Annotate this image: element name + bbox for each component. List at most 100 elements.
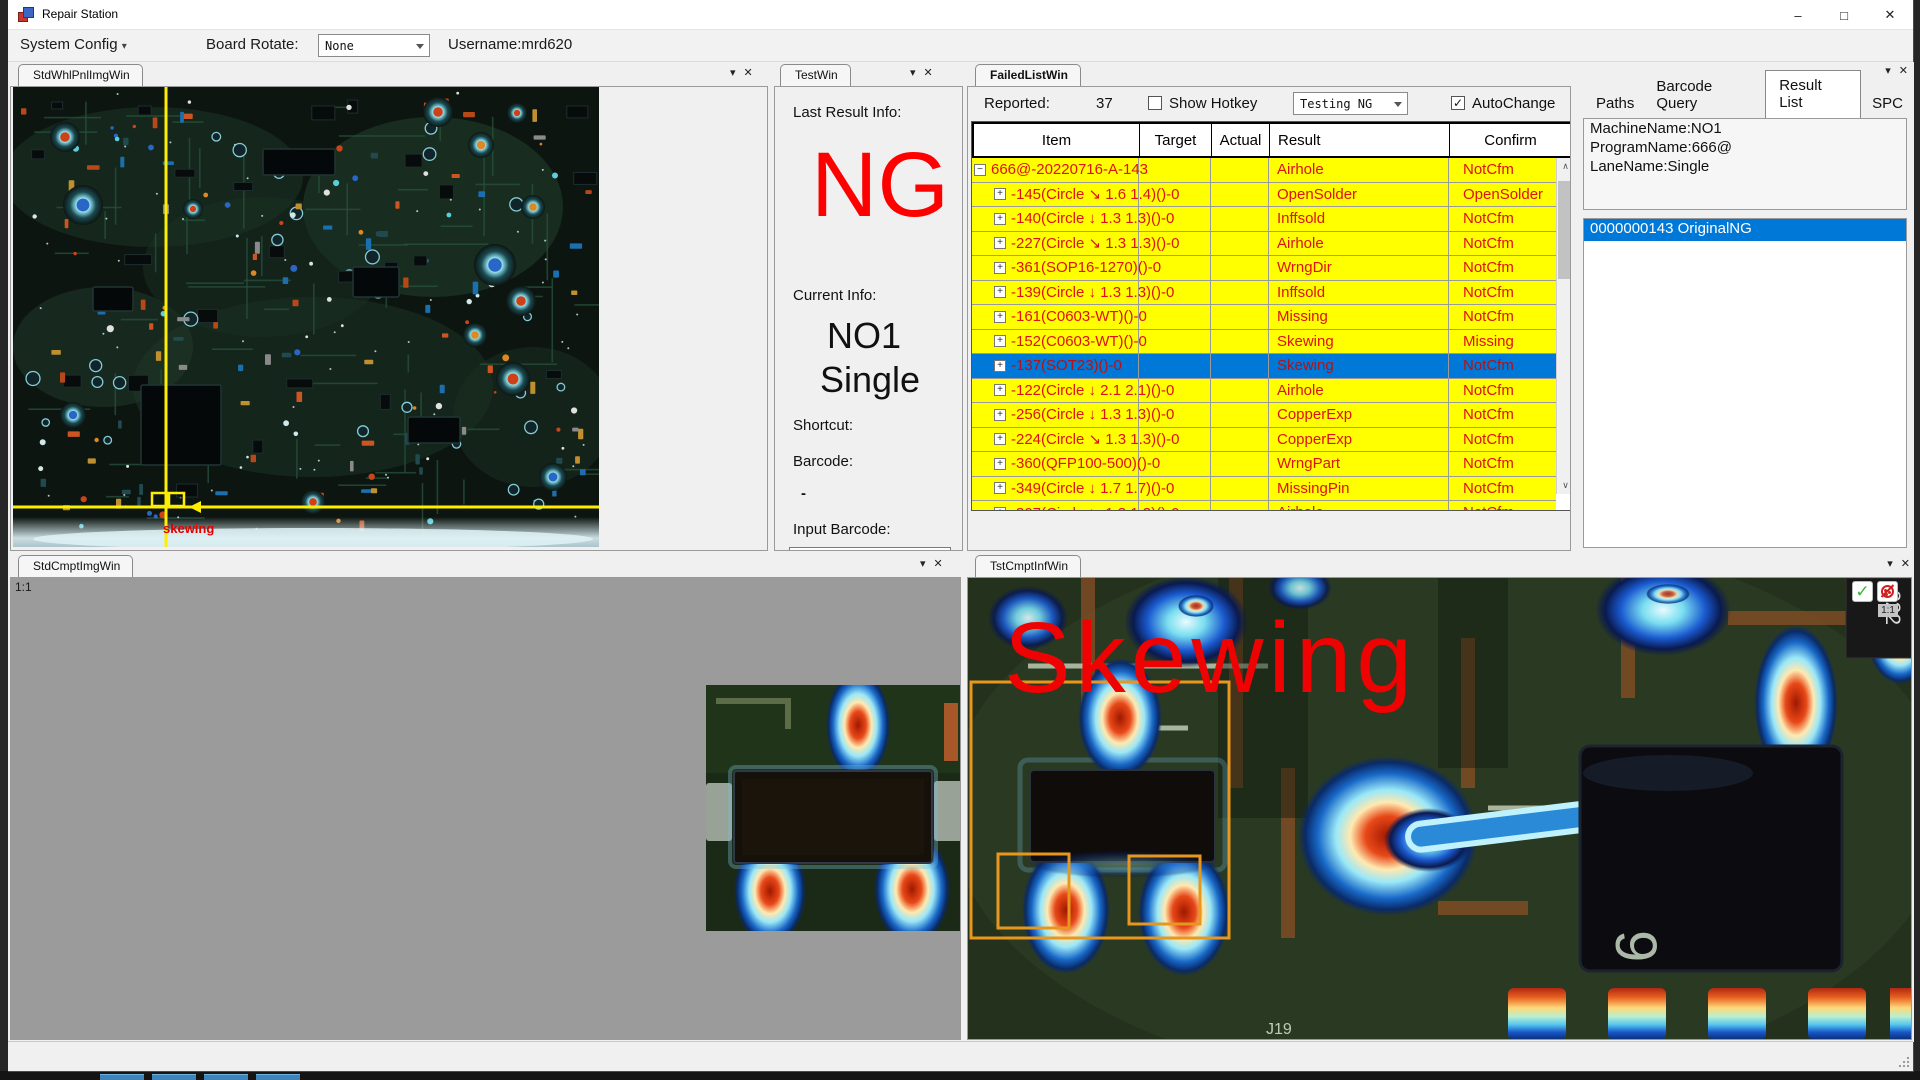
tab-stdwhlpnlimgwin[interactable]: StdWhlPnlImgWin — [18, 64, 143, 86]
close-icon[interactable]: ✕ — [1899, 64, 1908, 78]
chevron-down-icon[interactable]: ▾ — [1885, 64, 1891, 78]
expand-icon[interactable]: + — [994, 188, 1006, 201]
result-cell: Airhole — [1269, 158, 1449, 182]
expand-icon[interactable]: + — [994, 335, 1006, 348]
panel-result-dock: ▾ ✕ Paths Barcode Query Result List SPC Mac… — [1575, 62, 1914, 553]
failed-row[interactable]: −666@-20220716-A-143 Airhole NotCfm — [972, 158, 1556, 183]
close-icon[interactable]: ✕ — [924, 66, 933, 80]
dock-tab-barcode-query[interactable]: Barcode Query — [1645, 74, 1765, 118]
dock-tab-result-list[interactable]: Result List — [1765, 70, 1862, 119]
result-dock-tabs: Paths Barcode Query Result List SPC — [1585, 70, 1914, 119]
tab-testwin[interactable]: TestWin — [780, 64, 851, 86]
collapse-icon[interactable]: − — [974, 163, 986, 176]
failed-row[interactable]: + -360(QFP100-500)()-0 WrngPart NotCfm — [972, 452, 1556, 477]
tab-failedlistwin[interactable]: FailedListWin — [975, 64, 1081, 86]
dock-tab-spc[interactable]: SPC — [1861, 91, 1914, 118]
autochange-label: AutoChange — [1472, 95, 1556, 112]
scroll-up-icon[interactable]: ∧ — [1557, 158, 1570, 175]
target-cell — [1139, 501, 1211, 510]
failed-row[interactable]: + -349(Circle ↓ 1.7 1.7)()-0 MissingPin Not… — [972, 476, 1556, 501]
failed-row[interactable]: +-307(Circle ↘ 1.3 1.3)()-0AirholeNotCfm — [972, 501, 1556, 510]
expand-icon[interactable]: + — [994, 310, 1006, 323]
result-list-item[interactable]: 0000000143 OriginalNG — [1584, 219, 1906, 241]
barcode-value: - — [801, 485, 806, 502]
failed-row[interactable]: + -145(Circle ↘ 1.6 1.4)()-0 OpenSolder Ope… — [972, 182, 1556, 207]
failed-row[interactable]: + -361(SOP16-1270)()-0 WrngDir NotCfm — [972, 256, 1556, 281]
expand-icon[interactable]: + — [994, 408, 1006, 421]
minimize-button[interactable]: – — [1775, 0, 1821, 30]
grid-header: Item Target Actual Result Confirm — [972, 122, 1570, 158]
close-icon[interactable]: ✕ — [744, 66, 753, 80]
autochange-checkbox[interactable]: ✓ — [1451, 96, 1465, 110]
expand-icon[interactable]: + — [994, 261, 1006, 274]
expand-icon[interactable]: + — [994, 384, 1006, 397]
taskbar-button[interactable] — [204, 1074, 248, 1080]
tab-tstcmptinfwin[interactable]: TstCmptInfWin — [975, 555, 1082, 577]
col-target[interactable]: Target — [1140, 124, 1212, 156]
expand-icon[interactable]: + — [994, 286, 1006, 299]
maximize-button[interactable]: □ — [1821, 0, 1867, 30]
failed-row[interactable]: + -256(Circle ↓ 1.3 1.3)()-0 CopperExp NotC… — [972, 403, 1556, 428]
expand-icon[interactable]: + — [994, 506, 1006, 510]
item-text: -152(C0603-WT)()-0 — [1011, 332, 1147, 350]
item-text: -360(QFP100-500)()-0 — [1011, 455, 1161, 473]
scroll-down-icon[interactable]: ∨ — [1557, 477, 1570, 494]
close-icon[interactable]: ✕ — [934, 557, 943, 571]
scroll-thumb[interactable] — [1558, 181, 1570, 279]
actual-cell — [1211, 231, 1269, 255]
board-rotate-select[interactable]: None — [318, 34, 430, 57]
chevron-down-icon[interactable]: ▾ — [910, 66, 916, 80]
col-result[interactable]: Result — [1270, 124, 1450, 156]
failed-row[interactable]: + -161(C0603-WT)()-0 Missing NotCfm — [972, 305, 1556, 330]
result-filter-select[interactable]: Testing NG — [1293, 92, 1408, 115]
result-cell: WrngPart — [1269, 452, 1449, 476]
pass-check-icon[interactable]: ✓ — [1852, 581, 1873, 602]
lane-name-value: Single — [820, 359, 921, 400]
taskbar-button[interactable] — [100, 1074, 144, 1080]
failed-row[interactable]: + -139(Circle ↓ 1.3 1.3)()-0 Inffsold NotCf… — [972, 280, 1556, 305]
barcode-label: Barcode: — [793, 453, 854, 470]
chevron-down-icon[interactable]: ▾ — [1887, 557, 1893, 571]
failed-row[interactable]: + -140(Circle ↓ 1.3 1.3)()-0 Inffsold NotCf… — [972, 207, 1556, 232]
failed-row[interactable]: + -227(Circle ↘ 1.3 1.3)()-0 Airhole NotCfm — [972, 231, 1556, 256]
close-icon[interactable]: ✕ — [1901, 557, 1910, 571]
expand-icon[interactable]: + — [994, 212, 1006, 225]
standard-component-image[interactable] — [706, 685, 961, 931]
reject-prohibit-icon[interactable] — [1877, 581, 1898, 602]
pcb-board-image[interactable]: skewing — [13, 87, 599, 547]
dock-tab-paths[interactable]: Paths — [1585, 91, 1645, 118]
desktop: Repair Station – □ ✕ System Config ▾ Boa… — [0, 0, 1920, 1080]
failed-row[interactable]: + -224(Circle ↘ 1.3 1.3)()-0 CopperExp NotC… — [972, 427, 1556, 452]
defect-component-image[interactable]: 2229J19 Skewing — [968, 578, 1912, 1040]
target-cell — [1139, 280, 1211, 304]
vertical-scrollbar[interactable]: ∧ ∨ — [1556, 158, 1570, 494]
taskbar-button[interactable] — [152, 1074, 196, 1080]
tab-stdcmptimgwin[interactable]: StdCmptImgWin — [18, 555, 134, 577]
close-button[interactable]: ✕ — [1867, 0, 1913, 30]
resize-grip[interactable] — [1897, 1055, 1909, 1067]
expand-icon[interactable]: + — [994, 433, 1006, 446]
result-cell: Skewing — [1269, 329, 1449, 353]
failed-row[interactable]: + -137(SOT23)()-0 Skewing NotCfm — [972, 354, 1556, 379]
input-barcode-field[interactable] — [789, 547, 951, 550]
menu-system-config[interactable]: System Config ▾ — [20, 36, 127, 53]
failed-row[interactable]: + -122(Circle ↓ 2.1 2.1)()-0 Airhole NotCfm — [972, 378, 1556, 403]
expand-icon[interactable]: + — [994, 482, 1006, 495]
expand-icon[interactable]: + — [994, 457, 1006, 470]
col-confirm[interactable]: Confirm — [1450, 124, 1570, 156]
panel-tst-cmpt-inf: TstCmptInfWin ▾ ✕ 2229J19 Skewing ✓ 1:1 — [965, 553, 1914, 1042]
expand-icon[interactable]: + — [994, 237, 1006, 250]
taskbar-button[interactable] — [256, 1074, 300, 1080]
chevron-down-icon[interactable]: ▾ — [730, 66, 736, 80]
expand-icon[interactable]: + — [994, 359, 1006, 372]
failed-row[interactable]: + -152(C0603-WT)()-0 Skewing Missing — [972, 329, 1556, 354]
col-actual[interactable]: Actual — [1212, 124, 1270, 156]
confirm-cell: NotCfm — [1463, 455, 1514, 473]
svg-text:9: 9 — [1603, 930, 1668, 962]
confirm-cell: NotCfm — [1449, 501, 1556, 510]
col-item[interactable]: Item — [974, 124, 1140, 156]
show-hotkey-checkbox[interactable] — [1148, 96, 1162, 110]
chevron-down-icon[interactable]: ▾ — [920, 557, 926, 571]
input-barcode-label: Input Barcode: — [793, 521, 891, 538]
actual-cell — [1211, 452, 1269, 476]
